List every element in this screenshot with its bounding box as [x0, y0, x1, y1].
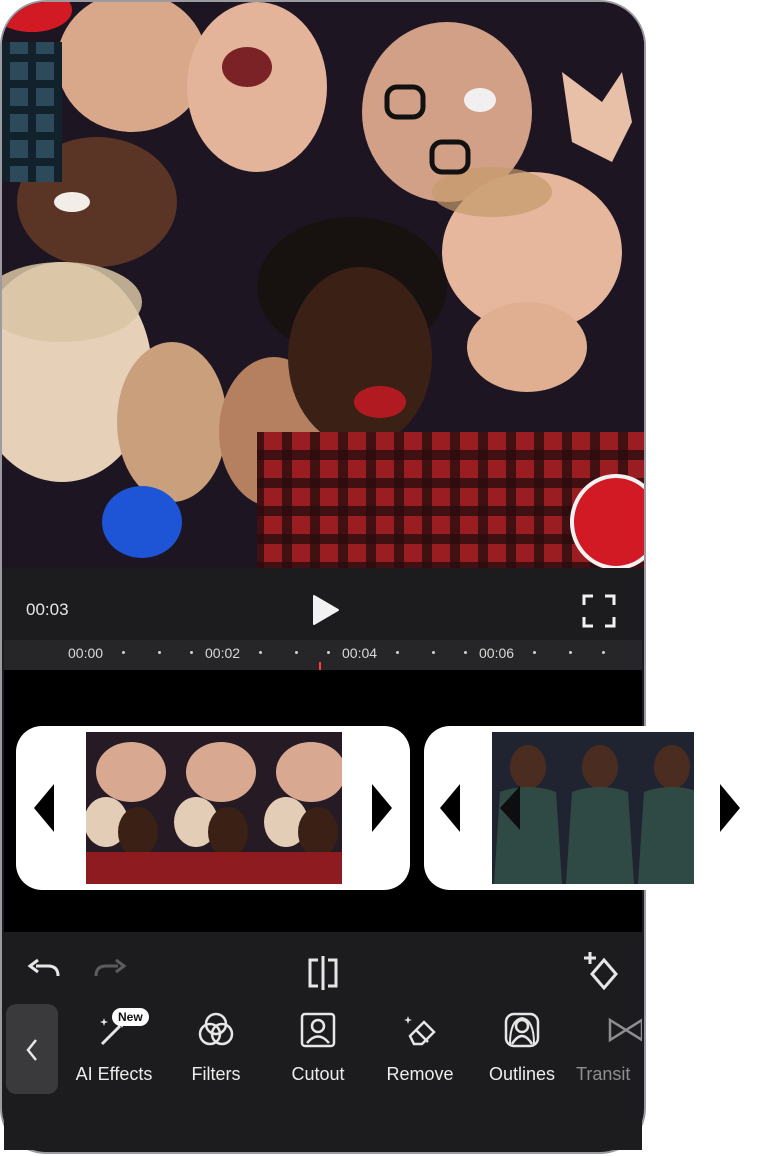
current-time: 00:03: [26, 600, 69, 619]
redo-icon[interactable]: [92, 958, 128, 986]
split-icon[interactable]: [304, 954, 342, 992]
clip-2-right-handle[interactable]: [720, 784, 740, 832]
ruler-tick: 00:06: [479, 645, 515, 661]
tool-filters[interactable]: Filters: [166, 1010, 266, 1085]
transition-icon: [608, 1017, 642, 1043]
ruler-dot: [464, 651, 467, 654]
tool-cutout[interactable]: Cutout: [268, 1010, 368, 1085]
clip-1-thumbnails: [86, 732, 342, 884]
ruler-tick: 00:04: [342, 645, 378, 661]
cutout-icon: [300, 1012, 336, 1048]
new-badge: New: [112, 1008, 149, 1026]
tool-remove-label: Remove: [386, 1064, 454, 1084]
ruler-dot: [432, 651, 435, 654]
clip-2-left-handle[interactable]: [440, 784, 460, 832]
tool-transition[interactable]: Transit: [576, 1010, 642, 1085]
filters-icon: [198, 1012, 234, 1046]
tool-outlines[interactable]: Outlines: [472, 1010, 572, 1085]
ruler-dot: [396, 651, 399, 654]
clip-1-left-handle[interactable]: [34, 784, 54, 832]
ruler-dot: [190, 651, 193, 654]
clip-1[interactable]: [16, 726, 410, 890]
ruler-tick: 00:02: [205, 645, 241, 661]
tool-transition-label: Transit: [576, 1064, 631, 1084]
ruler-dot: [533, 651, 536, 654]
ruler-dot: [602, 651, 605, 654]
add-keyframe-icon[interactable]: [582, 950, 622, 992]
playback-bar: 00:03: [2, 568, 644, 646]
ruler-dot: [295, 651, 298, 654]
outlines-icon: [504, 1012, 540, 1048]
tool-outlines-label: Outlines: [488, 1064, 556, 1084]
tool-cutout-label: Cutout: [291, 1064, 345, 1084]
video-preview[interactable]: [2, 2, 644, 568]
ruler-dot: [327, 651, 330, 654]
tool-remove[interactable]: Remove: [370, 1010, 470, 1085]
eraser-icon: [404, 1016, 436, 1046]
clip-1-right-handle[interactable]: [372, 784, 392, 832]
tool-ai-effects-label: AI Effects: [75, 1064, 153, 1084]
ruler-dot: [569, 651, 572, 654]
time-ruler[interactable]: 00:00 00:02 00:04 00:06: [4, 640, 642, 670]
tool-filters-label: Filters: [191, 1064, 241, 1084]
clip-2[interactable]: [424, 726, 758, 890]
ruler-dot: [259, 651, 262, 654]
clip-2-thumbnails: [492, 732, 694, 884]
ruler-tick: 00:00: [68, 645, 104, 661]
tool-transition-clip: Transit: [574, 1000, 642, 1110]
chevron-left-icon: [26, 1039, 37, 1061]
back-button[interactable]: [6, 1004, 58, 1094]
ruler-dot: [122, 651, 125, 654]
ruler-dot: [158, 651, 161, 654]
undo-icon[interactable]: [26, 958, 62, 986]
play-button[interactable]: [306, 592, 342, 628]
fullscreen-icon[interactable]: [582, 594, 616, 628]
